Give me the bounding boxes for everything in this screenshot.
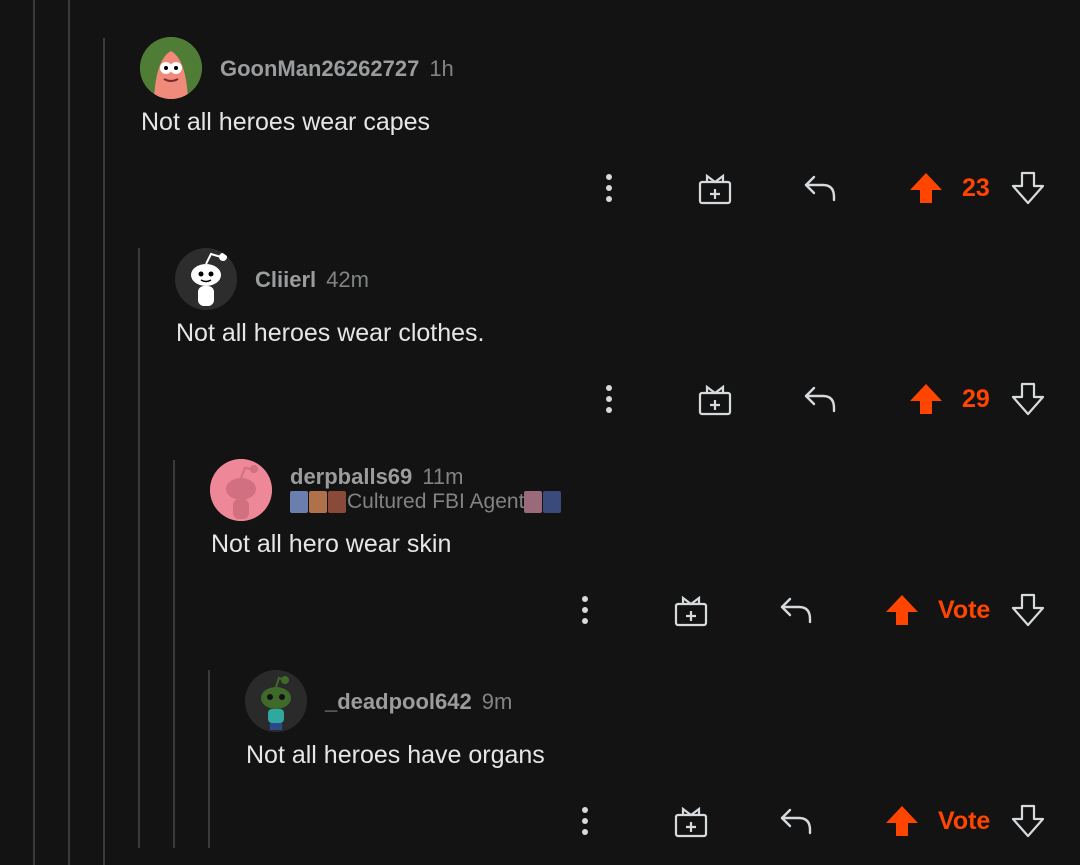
more-options-icon[interactable] (594, 379, 624, 419)
thread-line (33, 0, 35, 865)
upvote-icon[interactable] (884, 590, 920, 630)
comment-actions: Vote (0, 590, 1080, 630)
downvote-icon[interactable] (1010, 590, 1046, 630)
timestamp: 1h (429, 56, 454, 81)
username[interactable]: GoonMan26262727 (220, 56, 419, 81)
snoo-avatar-icon[interactable] (175, 248, 237, 310)
reply-icon[interactable] (778, 590, 814, 630)
downvote-icon[interactable] (1010, 168, 1046, 208)
comment-body: Not all heroes have organs (246, 741, 545, 769)
user-flair: Cultured FBI Agent (290, 490, 562, 514)
flair-emoji-icon (328, 491, 346, 513)
comment-actions: 23 (0, 168, 1080, 208)
score: 23 (962, 173, 990, 202)
comment-meta: derpballs69 11m (290, 464, 463, 490)
comment-actions: Vote (0, 801, 1080, 841)
timestamp: 9m (481, 689, 513, 714)
downvote-icon[interactable] (1010, 801, 1046, 841)
reply-icon[interactable] (802, 379, 838, 419)
more-options-icon[interactable] (570, 801, 600, 841)
flair-emoji-icon (290, 491, 308, 513)
upvote-icon[interactable] (908, 168, 944, 208)
green-snoo-avatar-icon[interactable] (245, 670, 307, 732)
comment-meta: Cliierl 42m (255, 267, 369, 293)
flair-text: Cultured FBI Agent (347, 490, 525, 513)
award-icon[interactable] (672, 590, 710, 630)
more-options-icon[interactable] (594, 168, 624, 208)
downvote-icon[interactable] (1010, 379, 1046, 419)
comment-body: Not all heroes wear capes (141, 108, 431, 136)
score: 29 (962, 384, 990, 413)
comment-body: Not all hero wear skin (211, 530, 452, 558)
thread-line (138, 248, 140, 848)
patrick-avatar-icon[interactable] (140, 37, 202, 99)
username[interactable]: derpballs69 (290, 464, 412, 489)
flair-emoji-icon (543, 491, 562, 513)
thread-line (173, 460, 175, 848)
comment-meta: _deadpool642 9m (325, 689, 512, 715)
pink-snoo-avatar-icon[interactable] (210, 459, 272, 521)
comment-meta: GoonMan26262727 1h (220, 56, 454, 82)
more-options-icon[interactable] (570, 590, 600, 630)
award-icon[interactable] (672, 801, 710, 841)
award-icon[interactable] (696, 379, 734, 419)
flair-emoji-icon (524, 491, 543, 513)
timestamp: 42m (326, 267, 369, 292)
vote-label: Vote (938, 806, 991, 835)
upvote-icon[interactable] (908, 379, 944, 419)
timestamp: 11m (422, 464, 464, 489)
thread-line (68, 0, 70, 865)
reply-icon[interactable] (778, 801, 814, 841)
username[interactable]: Cliierl (255, 267, 316, 292)
vote-label: Vote (938, 595, 991, 624)
reply-icon[interactable] (802, 168, 838, 208)
upvote-icon[interactable] (884, 801, 920, 841)
award-icon[interactable] (696, 168, 734, 208)
username[interactable]: _deadpool642 (325, 689, 472, 714)
thread-line (103, 38, 105, 865)
comment-body: Not all heroes wear clothes. (176, 319, 485, 347)
comment-actions: 29 (0, 379, 1080, 419)
flair-emoji-icon (309, 491, 327, 513)
